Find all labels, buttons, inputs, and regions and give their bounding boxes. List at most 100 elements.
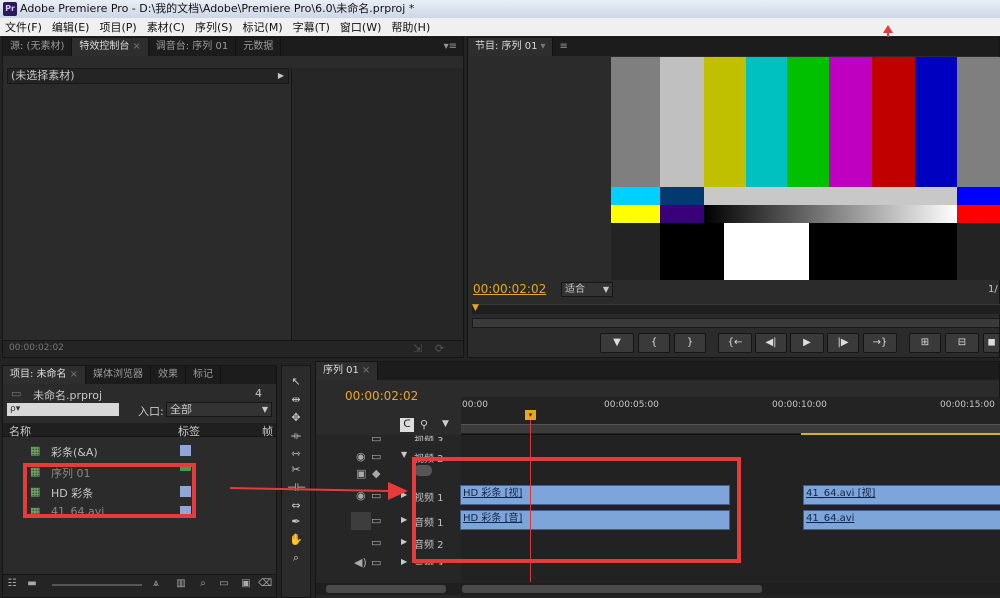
lift-button[interactable]: ⊞ <box>909 333 941 353</box>
tab-effects[interactable]: 效果 <box>151 366 186 384</box>
lock-icon[interactable]: ▭ <box>371 514 381 527</box>
razor-tool-icon[interactable]: ✂ <box>287 462 305 478</box>
search-input[interactable]: ρ▾ <box>7 403 119 416</box>
timeline-timecode[interactable]: 00:00:02:02 <box>345 389 418 403</box>
pen-tool-icon[interactable]: ✒ <box>287 514 305 530</box>
program-timecode[interactable]: 00:00:02:02 <box>473 282 546 296</box>
mark-in-button[interactable]: { <box>638 333 670 353</box>
expand-arrow-icon[interactable]: ▶ <box>401 515 407 524</box>
trash-icon[interactable]: ⌫ <box>258 578 272 590</box>
program-zoom-bar[interactable] <box>472 318 1000 328</box>
icon-view-icon[interactable]: ▬ <box>26 578 38 590</box>
zoom-tool-icon[interactable]: ⌕ <box>287 550 305 566</box>
column-frames[interactable]: 帧 <box>262 423 273 439</box>
menu-title[interactable]: 字幕(T) <box>288 19 335 35</box>
go-to-out-button[interactable]: →} <box>863 333 897 353</box>
expand-arrow-icon[interactable]: ▶ <box>401 557 407 566</box>
extract-button[interactable]: ⊟ <box>945 333 979 353</box>
bin-icon[interactable]: ▥ <box>175 578 187 590</box>
clip-avi-video[interactable]: 41_64.avi [视] <box>803 485 1000 505</box>
tab-program[interactable]: 节目: 序列 01 ▾ <box>468 38 554 56</box>
track-output-icon[interactable]: ▭ <box>371 432 381 445</box>
set-marker-icon[interactable]: ⚲ <box>420 418 428 431</box>
selection-tool-icon[interactable]: ↖ <box>287 374 305 390</box>
program-scrub-ruler[interactable] <box>472 304 1000 314</box>
lock-icon[interactable]: ▭ <box>371 450 381 463</box>
playhead-marker-icon[interactable]: ▾ <box>525 410 536 420</box>
chevron-down-icon: ▼ <box>602 285 609 294</box>
ruler-label: 00:00:10:00 <box>772 400 827 410</box>
list-item[interactable]: ▦ 彩条(&A) <box>3 441 276 461</box>
menu-file[interactable]: 文件(F) <box>0 19 47 35</box>
source-footer: 00:00:02:02 ⇲ ⟳ <box>3 340 463 357</box>
new-bin-icon[interactable]: ▭ <box>218 578 230 590</box>
header-scroll-thumb[interactable] <box>326 585 446 593</box>
work-area-bar[interactable] <box>461 424 1000 433</box>
program-menu-icon[interactable]: ≡ <box>553 38 573 56</box>
speaker-icon[interactable]: ◀) <box>354 556 367 569</box>
tab-effect-controls[interactable]: 特效控制台 × <box>72 38 149 56</box>
column-label[interactable]: 标签 <box>178 423 200 439</box>
loop-icon[interactable]: ⟳ <box>435 342 444 355</box>
snap-icon[interactable]: ᑕ <box>400 418 414 432</box>
target-track-toggle[interactable] <box>351 512 371 530</box>
chevron-down-icon: ▼ <box>261 405 268 414</box>
playhead-marker-icon[interactable]: ▼ <box>472 303 479 313</box>
export-icon[interactable]: ⇲ <box>413 342 422 355</box>
window-title: Adobe Premiere Pro - D:\我的文档\Adobe\Premi… <box>20 2 415 15</box>
ripple-edit-tool-icon[interactable]: ✥ <box>287 410 305 426</box>
source-panel: 源: (无素材) 特效控制台 × 调音台: 序列 01 元数据 ▾≡ (未选择素材… <box>2 37 464 358</box>
menu-clip[interactable]: 素材(C) <box>142 19 190 35</box>
fit-select[interactable]: 适合 ▼ <box>561 282 613 297</box>
go-to-in-button[interactable]: {← <box>718 333 752 353</box>
tab-project[interactable]: 项目: 未命名 × <box>3 366 86 384</box>
tab-metadata[interactable]: 元数据 <box>236 38 282 56</box>
automate-sequence-icon[interactable]: ⩓ <box>150 578 162 590</box>
mark-out-button[interactable]: } <box>674 333 706 353</box>
find-icon[interactable]: ⌕ <box>197 578 209 590</box>
clip-avi-audio[interactable]: 41_64.avi <box>803 510 1000 530</box>
inpoint-select[interactable]: 全部 ▼ <box>166 402 272 417</box>
timeline-scroll-thumb[interactable] <box>462 585 762 593</box>
zoom-slider[interactable] <box>52 584 142 586</box>
rolling-edit-tool-icon[interactable]: ⟛ <box>287 428 305 444</box>
no-clip-label: (未选择素材) <box>11 69 75 82</box>
play-button[interactable]: ▶ <box>790 333 824 353</box>
menu-edit[interactable]: 编辑(E) <box>47 19 95 35</box>
close-icon[interactable]: × <box>362 365 370 376</box>
tab-markers[interactable]: 标记 <box>186 366 221 384</box>
step-forward-button[interactable]: |▶ <box>827 333 859 353</box>
tab-sequence[interactable]: 序列 01 × <box>316 362 379 380</box>
rate-stretch-tool-icon[interactable]: ⇿ <box>287 446 305 462</box>
tab-media-browser[interactable]: 媒体浏览器 <box>86 366 151 384</box>
list-view-icon[interactable]: ☷ <box>6 578 18 590</box>
menu-marker[interactable]: 标记(M) <box>238 19 288 35</box>
column-name[interactable]: 名称 <box>9 423 31 439</box>
step-back-button[interactable]: ◀| <box>755 333 787 353</box>
hand-tool-icon[interactable]: ✋ <box>287 532 305 548</box>
menu-sequence[interactable]: 序列(S) <box>190 19 238 35</box>
panel-menu-icon[interactable]: ▾≡ <box>438 38 463 56</box>
close-icon[interactable]: × <box>70 369 78 380</box>
add-marker-button[interactable]: ▼ <box>600 333 634 353</box>
red-arrow-icon <box>230 482 408 500</box>
menu-window[interactable]: 窗口(W) <box>335 19 386 35</box>
dropdown-icon[interactable]: ▾ <box>540 41 545 52</box>
close-icon[interactable]: × <box>132 41 140 52</box>
source-timecode: 00:00:02:02 <box>9 343 64 353</box>
menu-help[interactable]: 帮助(H) <box>386 19 435 35</box>
add-marker-icon[interactable]: ▼ <box>442 419 449 429</box>
new-item-icon[interactable]: ▣ <box>240 578 252 590</box>
export-frame-button[interactable]: ◼ <box>983 333 1000 353</box>
expand-arrow-icon[interactable]: ▶ <box>278 69 284 83</box>
resolution-fraction[interactable]: 1/ <box>988 284 998 295</box>
lock-icon[interactable]: ▭ <box>371 536 381 549</box>
tab-source[interactable]: 源: (无素材) <box>3 38 73 56</box>
tab-audio-mixer[interactable]: 调音台: 序列 01 <box>149 38 237 56</box>
menu-project[interactable]: 项目(P) <box>94 19 141 35</box>
collapse-arrow-icon[interactable]: ▼ <box>401 450 407 459</box>
track-select-tool-icon[interactable]: ⇹ <box>287 392 305 408</box>
lock-icon[interactable]: ▭ <box>371 556 381 569</box>
expand-arrow-icon[interactable]: ▶ <box>401 537 407 546</box>
eye-icon[interactable]: ◉ <box>356 450 366 463</box>
